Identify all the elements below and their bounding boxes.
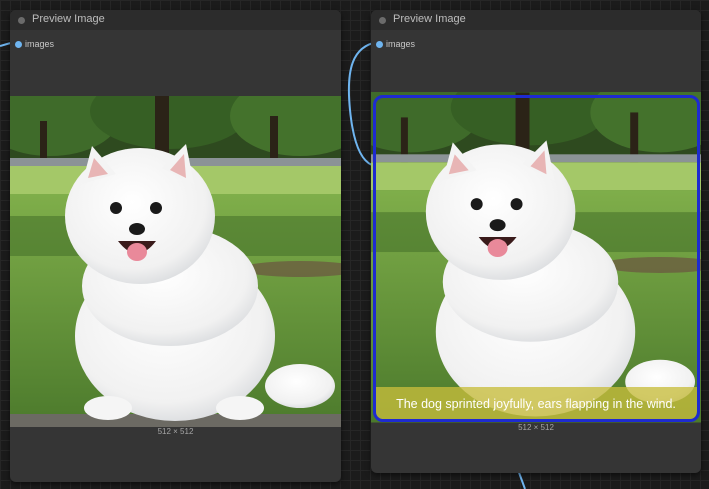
node-title: Preview Image [32,13,105,25]
dog-image [10,96,341,427]
image-size-label: 512 × 512 [157,427,194,436]
input-slot-label: images [25,39,55,49]
dog-image [371,92,701,423]
node-header[interactable]: Preview Image [10,10,341,30]
preview-image-node-1[interactable]: Preview Image images 512 × 512 [10,10,341,482]
node-title: Preview Image [393,13,466,25]
image-caption: The dog sprinted joyfully, ears flapping… [375,387,697,421]
node-header[interactable]: Preview Image [371,10,701,30]
input-slot-dot-icon[interactable] [376,41,383,48]
input-slot-label: images [386,39,416,49]
node-status-dot-icon[interactable] [18,17,25,24]
input-slot-dot-icon[interactable] [15,41,22,48]
preview-image-node-2[interactable]: Preview Image images The dog sprinted jo… [371,10,701,473]
preview-image[interactable]: The dog sprinted joyfully, ears flapping… [371,92,701,423]
image-size-label: 512 × 512 [518,423,554,432]
preview-image[interactable] [10,96,341,427]
node-status-dot-icon[interactable] [379,17,386,24]
